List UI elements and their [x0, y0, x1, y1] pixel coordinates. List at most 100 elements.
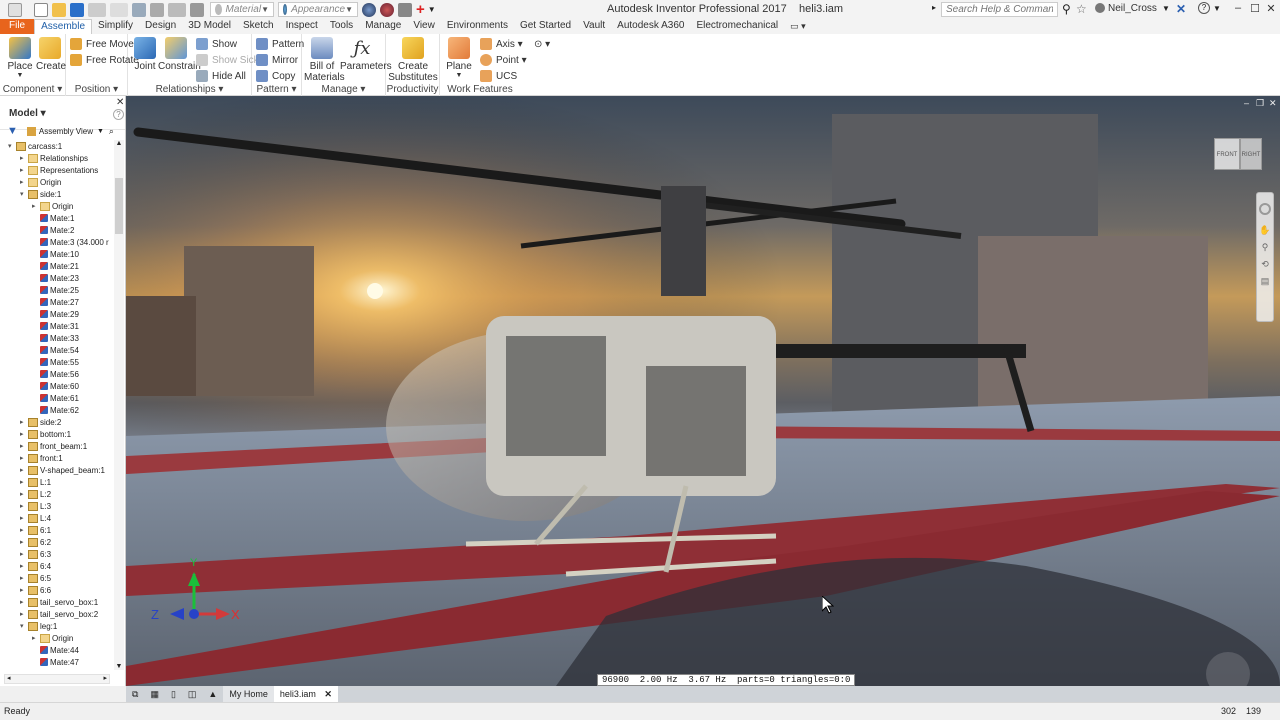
zoom-icon[interactable]: ⚲ — [1257, 242, 1273, 253]
expand-chevron-icon[interactable]: ▸ — [20, 514, 28, 522]
expand-chevron-icon[interactable]: ▸ — [32, 634, 40, 642]
expand-chevron-icon[interactable]: ▸ — [20, 418, 28, 426]
scroll-down-icon[interactable]: ▼ — [114, 663, 124, 670]
tree-folder-item[interactable]: ▸ Origin — [20, 176, 61, 188]
arrange-grid-icon[interactable]: ▦ — [144, 686, 165, 702]
tree-constraint-item[interactable]: Mate:54 — [32, 344, 79, 356]
filter-icon[interactable]: ▼ — [7, 125, 18, 137]
scroll-up-icon[interactable]: ▲ — [114, 140, 124, 147]
measure-icon[interactable] — [168, 2, 186, 17]
place-button[interactable]: Place ▼ — [6, 37, 34, 79]
user-avatar-icon[interactable] — [1095, 3, 1105, 13]
search-input[interactable] — [941, 2, 1058, 17]
view-chevron-down-icon[interactable]: ▼ — [97, 128, 104, 135]
bill-of-materials-button[interactable]: Bill of Materials — [304, 37, 345, 83]
tab-document-active[interactable]: heli3.iam ✕ — [273, 686, 338, 702]
position-group-label[interactable]: Position ▾ — [66, 84, 127, 95]
favorite-star-icon[interactable]: ☆ — [1076, 2, 1087, 16]
help-menu-chevron-icon[interactable]: ▼ — [1213, 4, 1221, 13]
free-move-button[interactable]: Free Move — [70, 37, 134, 51]
tree-component-item[interactable]: ▸ L:1 — [20, 476, 51, 488]
browser-close-icon[interactable]: ✕ — [116, 97, 124, 108]
expand-chevron-icon[interactable]: ▸ — [20, 538, 28, 546]
expand-chevron-icon[interactable]: ▸ — [20, 610, 28, 618]
tab-vault[interactable]: Vault — [577, 19, 611, 34]
expand-chevron-icon[interactable]: ▸ — [20, 490, 28, 498]
full-navigation-wheel-icon[interactable] — [1259, 203, 1271, 215]
tree-constraint-item[interactable]: Mate:55 — [32, 356, 79, 368]
tree-constraint-item[interactable]: Mate:61 — [32, 392, 79, 404]
app-menu-icon[interactable] — [8, 2, 22, 17]
tab-inspect[interactable]: Inspect — [280, 19, 324, 34]
relationships-group-label[interactable]: Relationships ▾ — [128, 84, 251, 95]
expand-chevron-icon[interactable]: ▸ — [20, 430, 28, 438]
adjust-icon[interactable] — [398, 2, 412, 17]
expand-chevron-icon[interactable]: ▸ — [20, 574, 28, 582]
joint-button[interactable]: Joint — [132, 37, 158, 72]
plane-button[interactable]: Plane ▼ — [446, 37, 472, 79]
look-at-icon[interactable]: ▤ — [1257, 276, 1273, 287]
tree-component-item[interactable]: ▸ L:2 — [20, 488, 51, 500]
expand-chevron-icon[interactable]: ▸ — [20, 598, 28, 606]
tree-component-item[interactable]: ▸ 6:3 — [20, 548, 51, 560]
maximize-button[interactable]: ☐ — [1247, 2, 1263, 16]
point-button[interactable]: Point ▾ — [480, 53, 527, 67]
tree-constraint-item[interactable]: Mate:3 (34.000 r — [32, 236, 109, 248]
tree-component-item[interactable]: ▸ 6:2 — [20, 536, 51, 548]
manage-group-label[interactable]: Manage ▾ — [302, 84, 385, 95]
tree-component-item[interactable]: ▸ tail_servo_box:2 — [20, 608, 98, 620]
component-group-label[interactable]: Component ▾ — [0, 84, 65, 95]
save-icon[interactable] — [70, 2, 84, 17]
pattern-group-label[interactable]: Pattern ▾ — [252, 84, 301, 95]
tree-component-item[interactable]: ▾ leg:1 — [20, 620, 57, 632]
assembly-view-label[interactable]: Assembly View — [39, 127, 93, 136]
show-sick-button[interactable]: Show Sick — [196, 53, 259, 67]
tab-manage[interactable]: Manage — [359, 19, 407, 34]
expand-chevron-icon[interactable]: ▸ — [20, 502, 28, 510]
tab-3d-model[interactable]: 3D Model — [182, 19, 237, 34]
tree-component-item[interactable]: ▸ 6:4 — [20, 560, 51, 572]
expand-chevron-icon[interactable]: ▸ — [20, 178, 28, 186]
tree-constraint-item[interactable]: Mate:31 — [32, 320, 79, 332]
tree-component-item[interactable]: ▸ tail_servo_box:1 — [20, 596, 98, 608]
parameters-button[interactable]: ƒx Parameters — [340, 37, 392, 72]
exchange-apps-icon[interactable]: ✕ — [1176, 2, 1186, 16]
collapse-chevron-icon[interactable]: ▾ — [8, 142, 16, 150]
print-icon[interactable] — [150, 2, 164, 17]
pattern-button[interactable]: Pattern — [256, 37, 304, 51]
tree-constraint-item[interactable]: Mate:27 — [32, 296, 79, 308]
tab-simplify[interactable]: Simplify — [92, 19, 139, 34]
browser-help-icon[interactable]: ? — [113, 109, 124, 120]
tab-view[interactable]: View — [407, 19, 441, 34]
tree-folder-item[interactable]: ▸ Origin — [32, 632, 73, 644]
add-icon[interactable]: + — [416, 1, 425, 18]
expand-chevron-icon[interactable]: ▸ — [20, 478, 28, 486]
tree-folder-item[interactable]: ▸ Representations — [20, 164, 98, 176]
panel-options-button[interactable]: ⊙ ▾ — [534, 37, 550, 51]
clear-override-icon[interactable] — [380, 2, 394, 17]
mirror-button[interactable]: Mirror — [256, 53, 298, 67]
browser-scrollbar[interactable]: ▲ ▼ — [114, 140, 124, 670]
scroll-right-icon[interactable]: ▸ — [103, 674, 107, 682]
tree-component-item[interactable]: ▸ V-shaped_beam:1 — [20, 464, 105, 476]
tree-folder-item[interactable]: ▸ Origin — [32, 200, 73, 212]
tab-environments[interactable]: Environments — [441, 19, 514, 34]
tree-component-item[interactable]: ▸ L:4 — [20, 512, 51, 524]
copy-button[interactable]: Copy — [256, 69, 295, 83]
tab-sketch[interactable]: Sketch — [237, 19, 280, 34]
undo-icon[interactable] — [88, 2, 106, 17]
viewcube[interactable]: FRONT RIGHT — [1214, 134, 1264, 172]
help-icon[interactable]: ? — [1198, 2, 1210, 14]
tab-my-home[interactable]: My Home — [223, 686, 274, 702]
tree-component-item[interactable]: ▾ side:1 — [20, 188, 61, 200]
split-icon[interactable]: ◫ — [182, 686, 203, 702]
tab-list-up-icon[interactable]: ▲ — [202, 686, 223, 702]
tree-component-item[interactable]: ▾ carcass:1 — [8, 140, 62, 152]
tree-component-item[interactable]: ▸ 6:6 — [20, 584, 51, 596]
tree-constraint-item[interactable]: Mate:25 — [32, 284, 79, 296]
open-icon[interactable] — [52, 2, 66, 17]
collapse-chevron-icon[interactable]: ▾ — [20, 190, 28, 198]
viewport-restore-icon[interactable]: ❐ — [1256, 98, 1264, 109]
color-override-icon[interactable] — [362, 2, 376, 17]
viewport-close-icon[interactable]: ✕ — [1269, 98, 1277, 109]
